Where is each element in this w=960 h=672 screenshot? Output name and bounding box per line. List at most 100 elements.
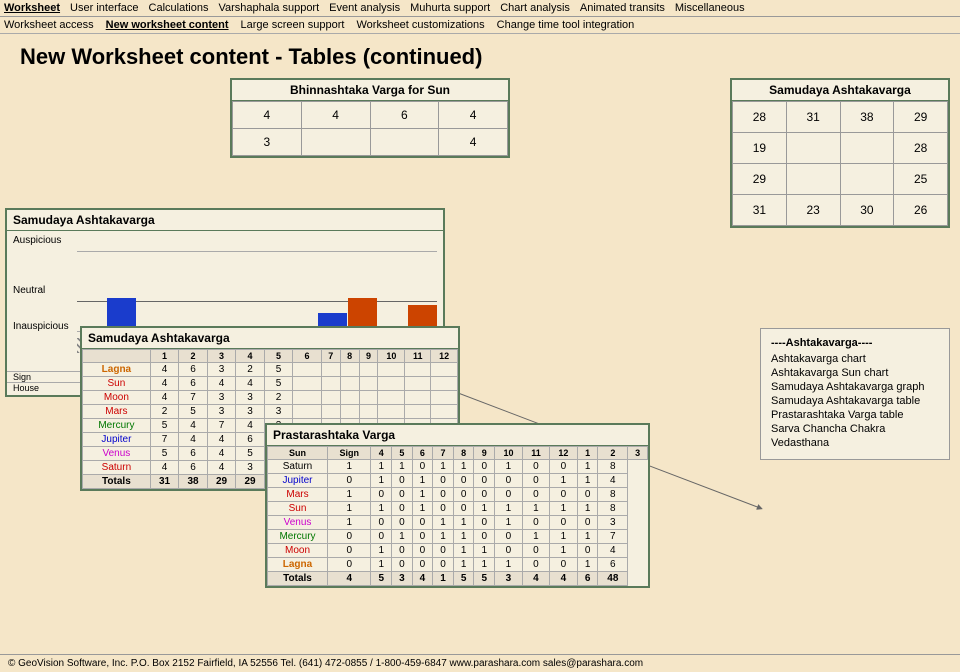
menu-event-analysis[interactable]: Event analysis [329, 2, 400, 14]
col-header: 11 [405, 350, 431, 363]
legend-title: ----Ashtakavarga---- [771, 337, 939, 349]
menu-chart-analysis[interactable]: Chart analysis [500, 2, 570, 14]
total-value: 48 [598, 572, 628, 586]
value-cell: 0 [522, 516, 549, 530]
value-cell: 0 [412, 544, 433, 558]
total-value: 4 [412, 572, 433, 586]
table-cell: 29 [733, 164, 787, 195]
value-cell: 3 [236, 391, 265, 405]
samudaya-top-table: 28 31 38 29 19 28 29 25 [732, 101, 948, 226]
total-value: 5 [453, 572, 474, 586]
value-cell: 2 [236, 363, 265, 377]
value-cell: 4 [598, 544, 628, 558]
value-cell: 5 [264, 363, 293, 377]
value-cell: 0 [453, 488, 474, 502]
value-cell: 7 [179, 391, 208, 405]
value-cell: 6 [179, 363, 208, 377]
value-cell: 1 [412, 474, 433, 488]
legend-item-vedasthana[interactable]: Vedasthana [771, 437, 939, 449]
legend-item-prastarashtaka-table[interactable]: Prastarashtaka Varga table [771, 409, 939, 421]
value-cell: 5 [150, 447, 179, 461]
total-value: 3 [392, 572, 413, 586]
total-value: 5 [371, 572, 392, 586]
value-cell: 2 [264, 391, 293, 405]
menu-miscellaneous[interactable]: Miscellaneous [675, 2, 745, 14]
table-row: Lagna 46325 [83, 363, 458, 377]
value-cell: 1 [522, 502, 549, 516]
table-row: Lagna 01000 1110016 [268, 558, 648, 572]
legend-item-samudaya-table[interactable]: Samudaya Ashtakavarga table [771, 395, 939, 407]
value-cell: 0 [549, 488, 577, 502]
value-cell: 0 [392, 502, 413, 516]
table-cell: 31 [733, 195, 787, 226]
planet-cell: Lagna [83, 363, 151, 377]
value-cell [293, 391, 322, 405]
value-cell: 0 [474, 530, 495, 544]
legend-item-sarva-chancha[interactable]: Sarva Chancha Chakra [771, 423, 939, 435]
submenu-worksheet-access[interactable]: Worksheet access [4, 19, 94, 31]
col-header: 1 [150, 350, 179, 363]
legend-item-ashtakavarga-sun[interactable]: Ashtakavarga Sun chart [771, 367, 939, 379]
menu-worksheet[interactable]: Worksheet [4, 2, 60, 14]
submenu-change-time-tool[interactable]: Change time tool integration [497, 19, 635, 31]
table-row: Sun 46445 [83, 377, 458, 391]
total-value: 1 [433, 572, 454, 586]
value-cell: 4 [150, 391, 179, 405]
legend-item-samudaya-graph[interactable]: Samudaya Ashtakavarga graph [771, 381, 939, 393]
col-header: 5 [392, 447, 413, 460]
submenu-new-worksheet-content[interactable]: New worksheet content [106, 19, 229, 31]
col-header: 6 [412, 447, 433, 460]
col-header: 8 [340, 350, 359, 363]
menu-muhurta[interactable]: Muhurta support [410, 2, 490, 14]
value-cell: 4 [179, 419, 208, 433]
value-cell: 8 [598, 488, 628, 502]
value-cell: 4 [150, 377, 179, 391]
prastarashtaka-table: Sun Sign 4 5 6 7 8 9 10 11 12 1 2 3 [267, 446, 648, 586]
table-cell: 4 [301, 102, 370, 129]
value-cell: 5 [179, 405, 208, 419]
submenu-worksheet-customizations[interactable]: Worksheet customizations [356, 19, 484, 31]
table-row: 3 4 [233, 129, 508, 156]
value-cell: 1 [328, 460, 371, 474]
value-cell: 3 [207, 405, 236, 419]
col-header: 7 [433, 447, 454, 460]
neutral-label: Neutral [13, 285, 45, 296]
submenu-large-screen[interactable]: Large screen support [241, 19, 345, 31]
planet-cell: Lagna [268, 558, 328, 572]
total-value: 5 [474, 572, 495, 586]
value-cell: 4 [207, 447, 236, 461]
value-cell: 6 [179, 461, 208, 475]
col-header: 4 [371, 447, 392, 460]
col-header: 11 [522, 447, 549, 460]
footer: © GeoVision Software, Inc. P.O. Box 2152… [0, 654, 960, 672]
value-cell: 1 [453, 558, 474, 572]
value-cell: 1 [474, 558, 495, 572]
planet-cell: Saturn [83, 461, 151, 475]
col-header: 3 [207, 350, 236, 363]
value-cell: 1 [495, 558, 523, 572]
table-row: Jupiter 01010 0000114 [268, 474, 648, 488]
table-row: Mars 25333 [83, 405, 458, 419]
value-cell [431, 377, 458, 391]
menu-varshaphala[interactable]: Varshaphala support [218, 2, 319, 14]
menu-user-interface[interactable]: User interface [70, 2, 138, 14]
value-cell: 3 [598, 516, 628, 530]
planet-cell: Venus [268, 516, 328, 530]
planet-cell: Moon [83, 391, 151, 405]
col-header: 2 [179, 350, 208, 363]
totals-row: Totals 45341 55344648 [268, 572, 648, 586]
value-cell: 1 [328, 516, 371, 530]
menu-animated-transits[interactable]: Animated transits [580, 2, 665, 14]
menu-calculations[interactable]: Calculations [149, 2, 209, 14]
value-cell: 1 [577, 460, 598, 474]
value-cell: 6 [598, 558, 628, 572]
value-cell: 1 [549, 502, 577, 516]
value-cell: 0 [328, 558, 371, 572]
legend-item-ashtakavarga-chart[interactable]: Ashtakavarga chart [771, 353, 939, 365]
value-cell [431, 363, 458, 377]
value-cell: 0 [328, 474, 371, 488]
value-cell: 8 [598, 460, 628, 474]
value-cell: 1 [474, 544, 495, 558]
value-cell: 1 [495, 516, 523, 530]
value-cell: 0 [392, 558, 413, 572]
